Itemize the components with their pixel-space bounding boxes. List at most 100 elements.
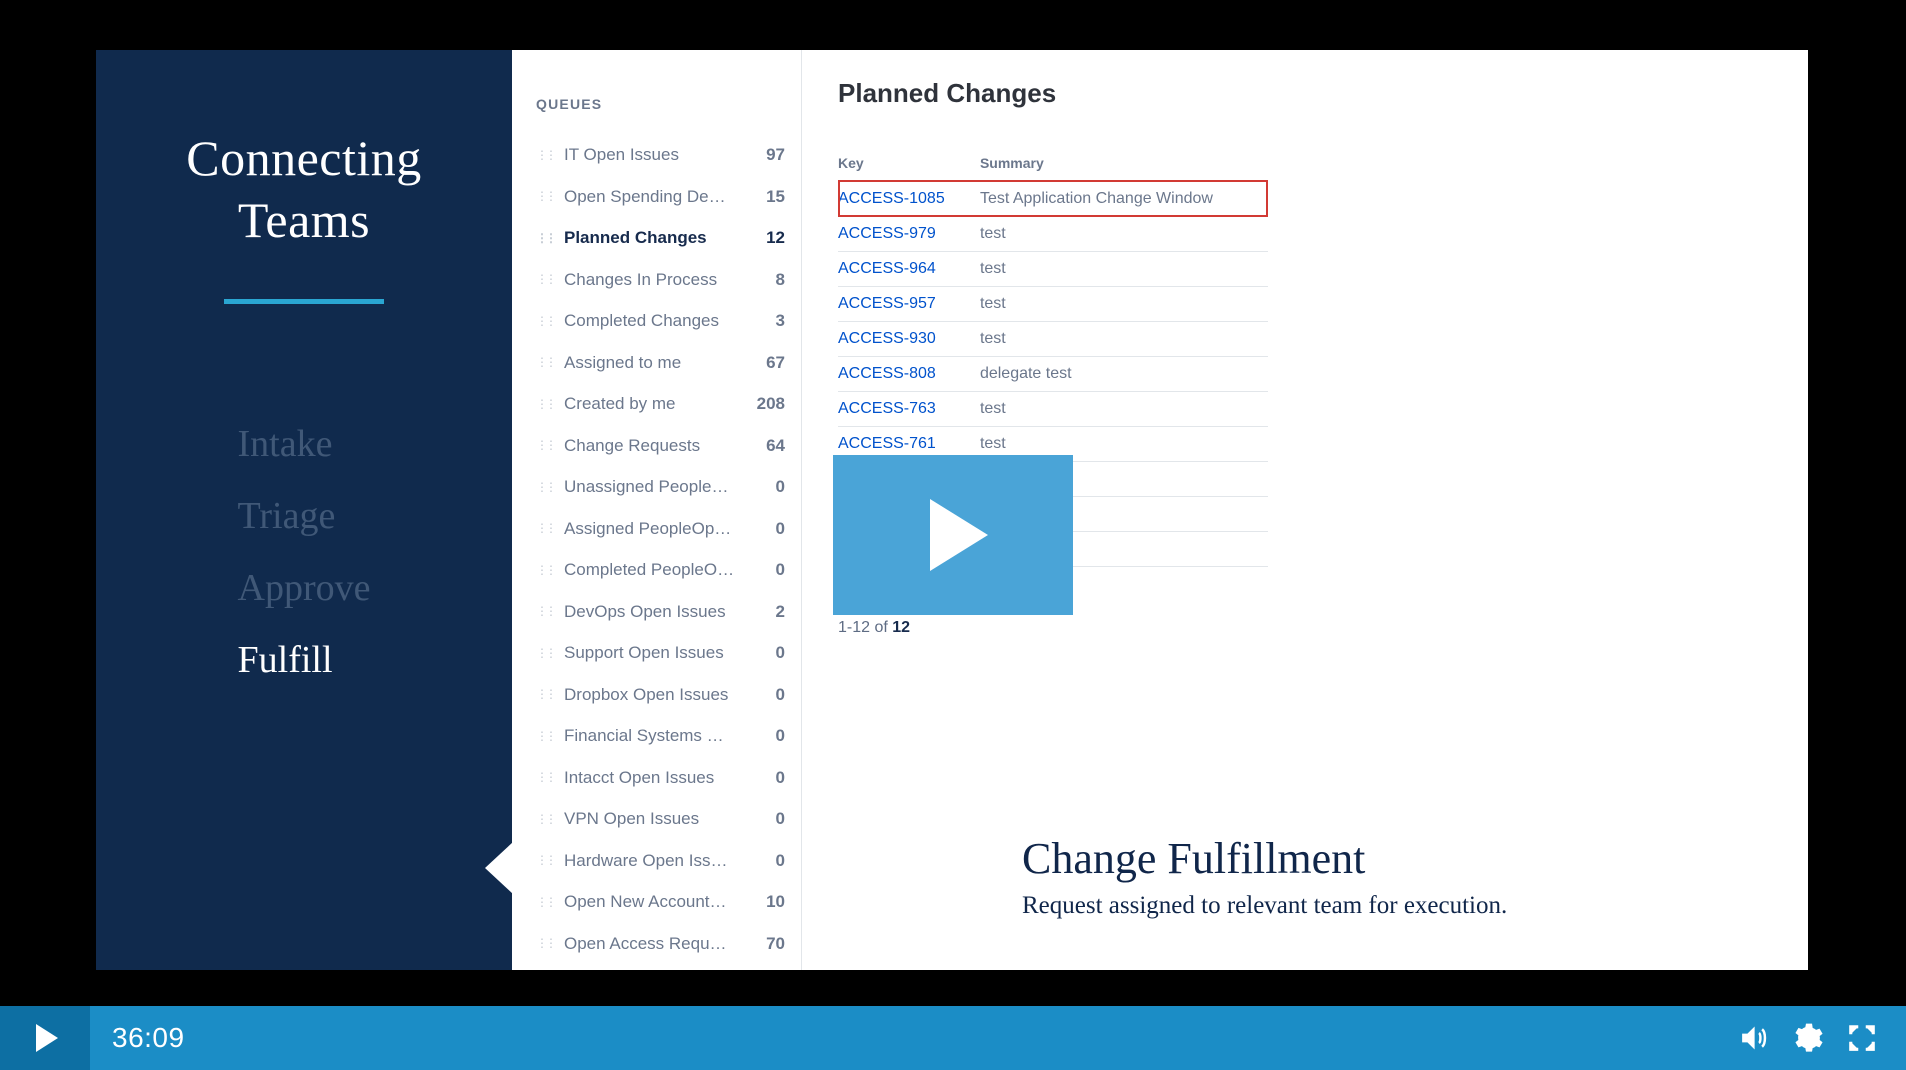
queue-label: Unassigned People… [564, 474, 749, 500]
issue-key-link[interactable]: ACCESS-957 [838, 287, 980, 322]
queue-count: 0 [759, 848, 785, 874]
issue-summary: delegate test [980, 357, 1268, 392]
drag-handle-icon[interactable]: ⋮⋮ [536, 270, 554, 288]
queue-count: 0 [759, 765, 785, 791]
table-row[interactable]: ACCESS-1085Test Application Change Windo… [838, 182, 1268, 217]
queue-item[interactable]: ⋮⋮Assigned PeopleOp…0 [536, 508, 785, 550]
issue-key-link[interactable]: ACCESS-964 [838, 252, 980, 287]
queue-item[interactable]: ⋮⋮Completed Changes3 [536, 300, 785, 342]
table-row[interactable]: ACCESS-808delegate test [838, 357, 1268, 392]
queue-item[interactable]: ⋮⋮Changes In Process8 [536, 259, 785, 301]
queue-item[interactable]: ⋮⋮Support Open Issues0 [536, 632, 785, 674]
drag-handle-icon[interactable]: ⋮⋮ [536, 478, 554, 496]
queue-count: 0 [759, 806, 785, 832]
issue-key-link[interactable]: ACCESS-1085 [838, 182, 980, 217]
queue-label: Financial Systems … [564, 723, 749, 749]
queue-item[interactable]: ⋮⋮IT Open Issues97 [536, 134, 785, 176]
fullscreen-icon [1847, 1023, 1877, 1053]
queue-label: Open Access Requ… [564, 931, 749, 957]
elapsed-time: 36:09 [112, 1022, 185, 1054]
queue-item[interactable]: ⋮⋮Created by me208 [536, 383, 785, 425]
queue-item[interactable]: ⋮⋮Completed PeopleO…0 [536, 549, 785, 591]
pagination-range: 1-12 [838, 619, 870, 636]
drag-handle-icon[interactable]: ⋮⋮ [536, 353, 554, 371]
issue-key-link[interactable]: ACCESS-808 [838, 357, 980, 392]
issue-summary: test [980, 392, 1268, 427]
drag-handle-icon[interactable]: ⋮⋮ [536, 851, 554, 869]
queue-count: 0 [759, 723, 785, 749]
queue-item[interactable]: ⋮⋮Hardware Open Iss…0 [536, 840, 785, 882]
column-key[interactable]: Key [838, 155, 980, 182]
slide-caption: Change Fulfillment Request assigned to r… [1022, 833, 1507, 920]
drag-handle-icon[interactable]: ⋮⋮ [536, 519, 554, 537]
volume-button[interactable] [1736, 1020, 1772, 1056]
queue-item[interactable]: ⋮⋮Intacct Open Issues0 [536, 757, 785, 799]
queue-item[interactable]: ⋮⋮Unassigned People…0 [536, 466, 785, 508]
issue-summary: test [980, 287, 1268, 322]
queue-item[interactable]: ⋮⋮DevOps Open Issues2 [536, 591, 785, 633]
drag-handle-icon[interactable]: ⋮⋮ [536, 810, 554, 828]
queue-item[interactable]: ⋮⋮Open New Account…10 [536, 881, 785, 923]
drag-handle-icon[interactable]: ⋮⋮ [536, 768, 554, 786]
issue-key-link[interactable]: ACCESS-979 [838, 217, 980, 252]
queue-count: 0 [759, 516, 785, 542]
title-panel: Connecting Teams IntakeTriageApproveFulf… [96, 50, 512, 970]
queue-count: 0 [759, 682, 785, 708]
drag-handle-icon[interactable]: ⋮⋮ [536, 146, 554, 164]
drag-handle-icon[interactable]: ⋮⋮ [536, 229, 554, 247]
table-row[interactable]: ACCESS-979test [838, 217, 1268, 252]
drag-handle-icon[interactable]: ⋮⋮ [536, 685, 554, 703]
queue-label: Change Requests [564, 433, 749, 459]
fullscreen-button[interactable] [1844, 1020, 1880, 1056]
active-step-pointer-icon [485, 842, 513, 894]
table-row[interactable]: ACCESS-957test [838, 287, 1268, 322]
queue-item[interactable]: ⋮⋮Change Requests64 [536, 425, 785, 467]
issue-key-link[interactable]: ACCESS-930 [838, 322, 980, 357]
drag-handle-icon[interactable]: ⋮⋮ [536, 934, 554, 952]
queue-label: Dropbox Open Issues [564, 682, 749, 708]
queue-label: Planned Changes [564, 225, 749, 251]
drag-handle-icon[interactable]: ⋮⋮ [536, 644, 554, 662]
queue-item[interactable]: ⋮⋮ Dropbox Open Issues 0 [536, 674, 785, 716]
column-summary[interactable]: Summary [980, 155, 1268, 182]
queue-label: Changes In Process [564, 267, 749, 293]
video-stage: Connecting Teams IntakeTriageApproveFulf… [0, 0, 1906, 1070]
issue-key-link[interactable]: ACCESS-763 [838, 392, 980, 427]
drag-handle-icon[interactable]: ⋮⋮ [536, 187, 554, 205]
drag-handle-icon[interactable]: ⋮⋮ [536, 727, 554, 745]
workflow-step-triage: Triage [238, 494, 371, 538]
play-overlay-button[interactable] [833, 455, 1073, 615]
pagination-of: of [870, 619, 892, 636]
gear-icon [1793, 1023, 1823, 1053]
queue-item[interactable]: ⋮⋮Assigned to me67 [536, 342, 785, 384]
queue-count: 70 [759, 931, 785, 957]
drag-handle-icon[interactable]: ⋮⋮ [536, 436, 554, 454]
drag-handle-icon[interactable]: ⋮⋮ [536, 561, 554, 579]
settings-button[interactable] [1790, 1020, 1826, 1056]
queue-list: ⋮⋮IT Open Issues97⋮⋮Open Spending De…15⋮… [536, 134, 785, 964]
queue-label: Completed PeopleO… [564, 557, 749, 583]
table-row[interactable]: ACCESS-964test [838, 252, 1268, 287]
queue-item[interactable]: ⋮⋮ VPN Open Issues 0 [536, 798, 785, 840]
queue-item[interactable]: ⋮⋮ Open Access Requ… 70 [536, 923, 785, 965]
queue-item[interactable]: ⋮⋮ Financial Systems … 0 [536, 715, 785, 757]
queue-item[interactable]: ⋮⋮Open Spending De…15 [536, 176, 785, 218]
pagination-total: 12 [892, 619, 910, 636]
queue-item[interactable]: ⋮⋮Planned Changes12 [536, 217, 785, 259]
drag-handle-icon[interactable]: ⋮⋮ [536, 395, 554, 413]
issue-summary: test [980, 252, 1268, 287]
issue-summary: test [980, 322, 1268, 357]
table-row[interactable]: ACCESS-763test [838, 392, 1268, 427]
issue-summary: test [980, 217, 1268, 252]
table-row[interactable]: ACCESS-930test [838, 322, 1268, 357]
queue-label: VPN Open Issues [564, 806, 749, 832]
drag-handle-icon[interactable]: ⋮⋮ [536, 602, 554, 620]
volume-icon [1739, 1023, 1769, 1053]
drag-handle-icon[interactable]: ⋮⋮ [536, 312, 554, 330]
queue-label: Assigned to me [564, 350, 749, 376]
workflow-steps: IntakeTriageApproveFulfill [238, 394, 371, 710]
queue-label: DevOps Open Issues [564, 599, 749, 625]
drag-handle-icon[interactable]: ⋮⋮ [536, 893, 554, 911]
play-button[interactable] [0, 1006, 90, 1070]
queues-header: QUEUES [536, 96, 785, 112]
